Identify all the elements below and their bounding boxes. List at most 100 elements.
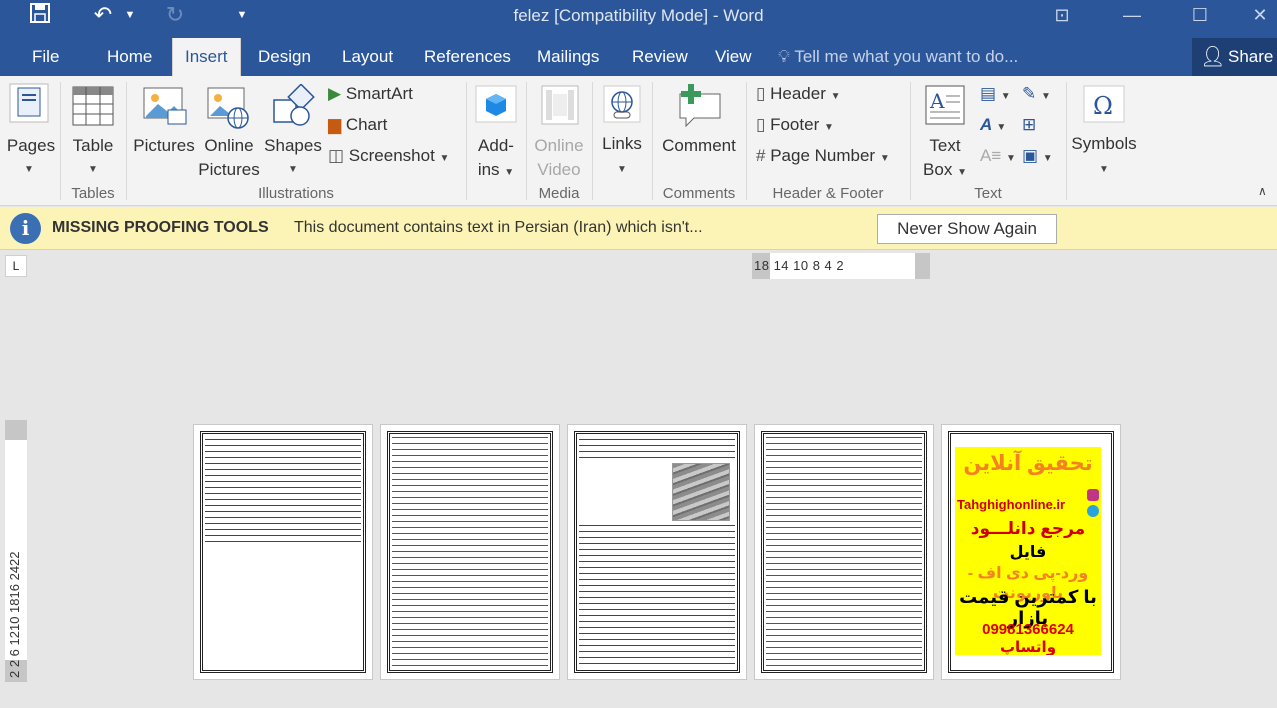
pictures-button[interactable]: Pictures [130,80,198,180]
document-page[interactable] [567,424,747,680]
table-button[interactable]: Table ▼ [66,80,120,180]
ribbon-insert: Pages ▼ Table ▼ Tables Pictures Online P… [0,76,1277,206]
page-number-label: Page Number [770,146,876,165]
document-page[interactable] [193,424,373,680]
never-show-again-button[interactable]: Never Show Again [877,214,1057,244]
wordart-icon[interactable]: A ▼ [980,113,1006,140]
document-page[interactable] [754,424,934,680]
date-time-icon[interactable]: ⊞ [1022,113,1036,137]
quick-parts-icon[interactable]: ▤ ▼ [980,82,1011,109]
collapse-ribbon-icon[interactable]: ∧ [1258,184,1267,198]
vertical-ruler[interactable]: 2 2 6 1210 1816 2422 [5,420,27,682]
message-bar-title: MISSING PROOFING TOOLS [52,219,269,236]
pages-label: Pages [6,136,56,155]
ad-website: Tahghighonline.ir [957,497,1066,512]
symbols-label: Symbols [1071,134,1137,153]
shapes-button[interactable]: Shapes ▼ [262,80,324,180]
online-picture-icon [207,87,249,129]
smartart-button[interactable]: ▶︎ SmartArt [328,82,413,106]
shapes-label: Shapes [264,136,322,155]
tab-view[interactable]: View [703,38,764,76]
comment-button[interactable]: Comment [656,80,742,180]
add-ins-label-2-text: ins [477,160,500,179]
horizontal-ruler[interactable]: 18 14 10 8 4 2 [752,253,930,279]
ad-subtitle: مرجع دانلـــود [970,519,1086,538]
pages-dropdown-icon: ▼ [24,164,34,175]
document-page[interactable] [380,424,560,680]
group-separator [466,82,467,200]
tab-review[interactable]: Review [620,38,700,76]
page-text [579,439,735,461]
tab-mailings[interactable]: Mailings [525,38,611,76]
object-icon[interactable]: ▣ ▼ [1022,144,1053,171]
symbols-button[interactable]: Ω Symbols ▼ [1068,80,1140,180]
online-pictures-button[interactable]: Online Pictures [198,80,260,180]
smartart-icon: ▶︎ [328,84,342,103]
document-page[interactable]: تحقیق آنلاین Tahghighonline.ir مرجع دانل… [941,424,1121,680]
omega-icon: Ω [1083,85,1125,123]
page-text [392,437,548,667]
tab-selector-icon[interactable]: L [5,255,27,277]
screenshot-button[interactable]: ◫ Screenshot ▼ [328,144,449,171]
page-text [205,439,361,547]
tell-me-label: Tell me what you want to do... [794,47,1019,66]
page-text [766,437,922,667]
pictures-label: Pictures [133,136,195,155]
vertical-ruler-numbers: 2 2 6 1210 1816 2422 [7,551,22,678]
footer-button[interactable]: ▯ Footer ▼ [756,113,834,140]
online-video-button[interactable]: Online Video [530,80,588,180]
minimize-icon[interactable]: — [1112,3,1152,29]
add-ins-button[interactable]: Add- ins ▼ [470,80,522,180]
group-label-media: Media [538,185,580,202]
group-separator [910,82,911,200]
tell-me-search[interactable]: 💡︎ Tell me what you want to do... [778,38,1018,76]
chart-label: Chart [345,115,388,134]
new-comment-icon [679,84,721,128]
links-button[interactable]: Links ▼ [596,80,648,180]
group-label-tables: Tables [71,185,115,202]
group-separator [60,82,61,200]
group-label-comments: Comments [662,185,736,202]
signature-line-icon[interactable]: ✎ ▼ [1022,82,1051,109]
links-dropdown-icon: ▼ [617,164,627,175]
chart-button[interactable]: ▆ Chart [328,113,387,137]
add-ins-label-2: ins ▼ [470,158,522,185]
text-box-button[interactable]: A Text Box ▼ [916,80,974,180]
footer-icon: ▯ [756,115,766,134]
ribbon-display-options-icon[interactable]: ⊡ [1042,3,1082,29]
group-separator [126,82,127,200]
drop-cap-icon[interactable]: A≡ ▼ [980,144,1016,171]
bar-chart-icon: ▆ [328,115,342,134]
tab-references[interactable]: References [412,38,523,76]
group-label-header-footer: Header & Footer [772,185,884,202]
table-icon [72,86,114,126]
group-separator [652,82,653,200]
ribbon-tabs: File Home Insert Design Layout Reference… [0,38,1277,76]
window-title: felez [Compatibility Mode] - Word [513,6,764,25]
svg-text:Ω: Ω [1093,92,1113,120]
text-box-label-1: Text [929,136,961,155]
lightbulb-icon: 💡︎ [778,47,795,66]
group-label-text: Text [974,185,1002,202]
tab-home[interactable]: Home [95,38,164,76]
camera-icon: ◫ [328,146,345,165]
page-number-button[interactable]: # Page Number ▼ [756,144,890,171]
group-label-illustrations: Illustrations [258,185,334,202]
tab-insert[interactable]: Insert [172,38,241,76]
page-number-dropdown-icon: ▼ [879,153,890,164]
pages-button[interactable]: Pages ▼ [4,80,55,180]
add-ins-label-1: Add- [478,136,514,155]
add-ins-dropdown-icon: ▼ [504,167,515,178]
header-icon: ▯ [756,84,766,103]
message-bar: i MISSING PROOFING TOOLS This document c… [0,207,1277,250]
close-icon[interactable]: ✕ [1240,3,1277,29]
table-label: Table [72,136,114,155]
header-button[interactable]: ▯ Header ▼ [756,82,841,109]
share-button[interactable]: 👤︎ Share [1192,38,1277,76]
globe-link-icon [603,85,641,123]
tab-layout[interactable]: Layout [330,38,405,76]
person-icon: 👤︎ [1200,46,1226,68]
maximize-icon[interactable]: ☐ [1180,3,1220,29]
tab-file[interactable]: File [20,38,71,76]
tab-design[interactable]: Design [246,38,323,76]
